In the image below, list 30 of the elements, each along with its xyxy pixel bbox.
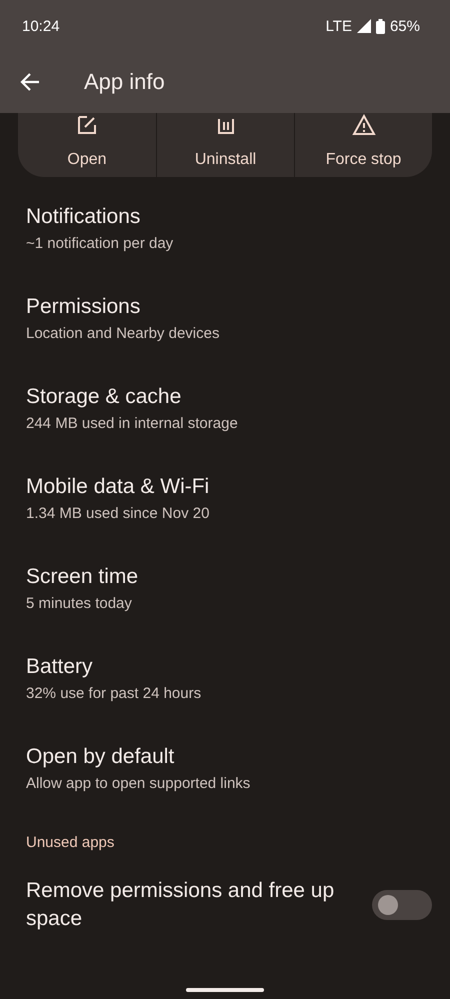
screen-title: App info: [84, 69, 165, 95]
setting-summary: ~1 notification per day: [26, 235, 174, 252]
setting-title[interactable]: Permissions: [26, 295, 424, 319]
gesture-handle[interactable]: [186, 988, 264, 992]
setting-title[interactable]: Open by default: [26, 745, 424, 769]
setting-title[interactable]: Notifications: [26, 205, 424, 229]
setting-title[interactable]: Battery: [26, 655, 424, 679]
setting-title[interactable]: Storage & cache: [26, 385, 424, 409]
open-in-icon: [75, 113, 99, 137]
back-arrow-icon[interactable]: [20, 72, 40, 92]
setting-summary: Location and Nearby devices: [26, 325, 220, 342]
setting-summary: 244 MB used in internal storage: [26, 415, 239, 432]
setting-title[interactable]: Remove permissions and free up space: [26, 877, 356, 933]
setting-summary: 1.34 MB used since Nov 20: [26, 505, 210, 522]
battery-percent: 65%: [390, 18, 420, 34]
section-header: Unused apps: [25, 833, 116, 851]
action-button[interactable]: Uninstall: [156, 113, 294, 177]
setting-summary: 5 minutes today: [26, 595, 133, 612]
action-button[interactable]: Open: [18, 113, 156, 177]
battery-icon: [376, 18, 385, 34]
setting-title[interactable]: Screen time: [26, 565, 424, 589]
action-button[interactable]: Force stop: [294, 113, 432, 177]
toggle-switch[interactable]: [372, 890, 432, 920]
setting-title[interactable]: Mobile data & Wi-Fi: [26, 475, 424, 499]
setting-summary: Allow app to open supported links: [26, 775, 252, 792]
setting-summary: 32% use for past 24 hours: [26, 685, 202, 702]
network-type: LTE: [326, 18, 352, 34]
warning-icon: [352, 113, 376, 137]
signal-icon: [356, 19, 371, 33]
clock: 10:24: [22, 18, 60, 34]
